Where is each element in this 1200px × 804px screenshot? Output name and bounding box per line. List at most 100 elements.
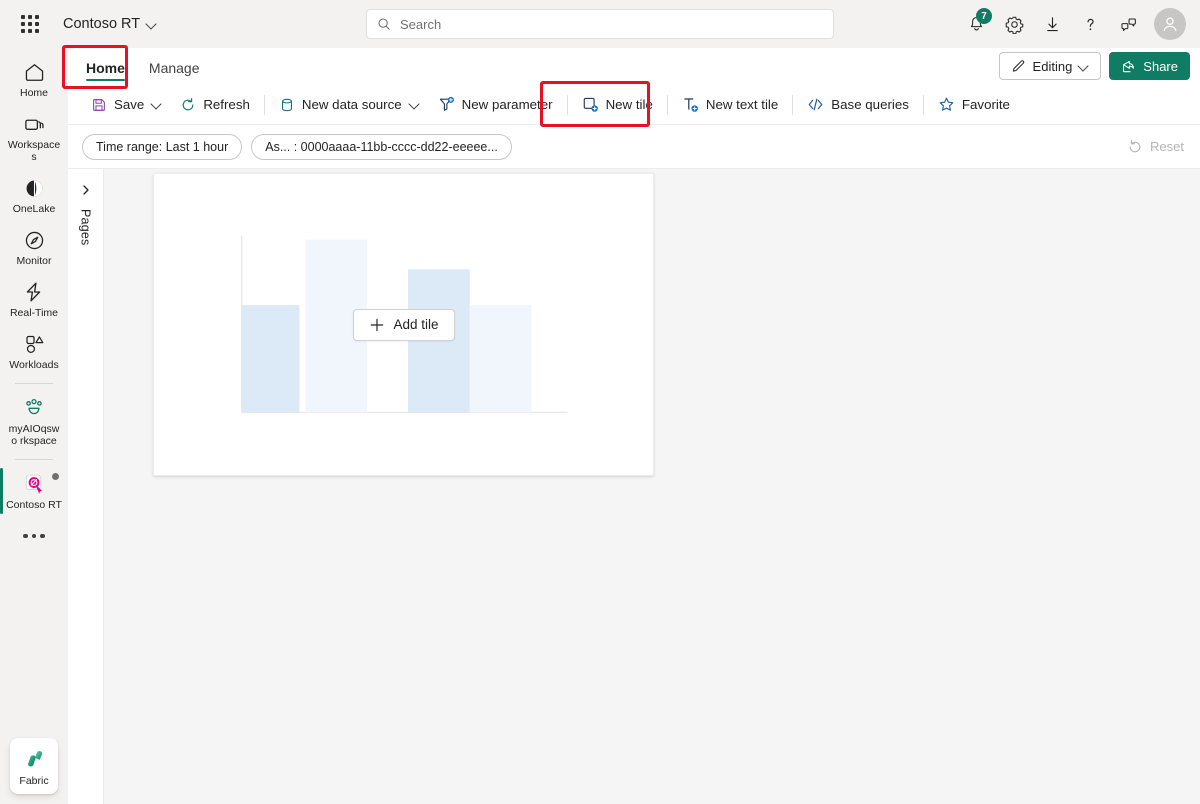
refresh-button[interactable]: Refresh	[171, 90, 259, 120]
sidebar-item-onelake[interactable]: OneLake	[4, 170, 64, 220]
chevron-down-icon	[147, 19, 157, 29]
help-icon[interactable]	[1072, 6, 1108, 42]
workspaces-icon	[23, 112, 46, 136]
fabric-logo-icon	[21, 746, 47, 772]
feedback-icon[interactable]	[1110, 6, 1146, 42]
app-launcher-icon[interactable]	[13, 7, 47, 41]
save-label: Save	[114, 97, 144, 112]
base-queries-button[interactable]: Base queries	[798, 90, 918, 120]
new-data-source-label: New data source	[302, 97, 402, 112]
new-text-tile-label: New text tile	[706, 97, 778, 112]
sidebar-item-label: Contoso RT	[6, 499, 62, 511]
new-tile-button[interactable]: New tile	[573, 90, 662, 120]
command-separator	[264, 95, 265, 115]
onelake-icon	[23, 176, 46, 200]
add-tile-label: Add tile	[393, 317, 438, 332]
brand-switcher[interactable]: Contoso RT	[63, 16, 157, 32]
save-icon	[91, 97, 107, 113]
time-range-label: Time range: Last 1 hour	[96, 140, 228, 154]
downloads-icon[interactable]	[1034, 6, 1070, 42]
tab-label: Home	[86, 60, 125, 76]
new-tile-icon	[582, 96, 599, 113]
refresh-label: Refresh	[203, 97, 250, 112]
sidebar-item-real-time[interactable]: Real-Time	[4, 274, 64, 324]
rail-divider-2	[15, 459, 53, 460]
sidebar-item-label: Workspaces	[6, 139, 62, 163]
reset-label: Reset	[1150, 139, 1184, 154]
base-queries-label: Base queries	[831, 97, 909, 112]
command-separator-5	[923, 95, 924, 115]
search-input[interactable]: Search	[366, 9, 834, 39]
new-tile-label: New tile	[606, 97, 653, 112]
editing-mode-button[interactable]: Editing	[999, 52, 1102, 80]
top-bar-actions: 7	[958, 0, 1192, 48]
star-icon	[938, 96, 955, 113]
workspace-people-icon	[22, 396, 46, 420]
tab-label: Manage	[149, 60, 200, 76]
parameter-pill[interactable]: As... : 0000aaaa-11bb-cccc-dd22-eeeee...	[251, 134, 512, 160]
favorite-button[interactable]: Favorite	[929, 90, 1019, 120]
real-time-icon	[22, 280, 46, 304]
command-separator-3	[667, 95, 668, 115]
notification-count-badge: 7	[976, 8, 992, 24]
command-separator-4	[792, 95, 793, 115]
tab-home[interactable]: Home	[74, 50, 137, 85]
chevron-right-icon[interactable]	[75, 179, 97, 201]
tab-manage[interactable]: Manage	[137, 50, 212, 85]
sidebar-item-monitor[interactable]: Monitor	[4, 222, 64, 272]
pages-panel: Pages	[68, 169, 104, 804]
sidebar-item-contoso-rt[interactable]: Contoso RT	[4, 466, 64, 516]
top-bar: Contoso RT Search 7	[0, 0, 1200, 48]
tab-bar: Home Manage Editing Share	[68, 48, 1200, 85]
command-separator-2	[567, 95, 568, 115]
sidebar-item-workspaces[interactable]: Workspaces	[4, 106, 64, 168]
avatar[interactable]	[1154, 8, 1186, 40]
notifications-icon[interactable]: 7	[958, 6, 994, 42]
database-icon	[279, 97, 295, 113]
favorite-label: Favorite	[962, 97, 1010, 112]
time-range-pill[interactable]: Time range: Last 1 hour	[82, 134, 242, 160]
plus-icon	[368, 317, 384, 333]
add-tile-button[interactable]: Add tile	[352, 309, 454, 341]
chevron-down-icon	[409, 99, 420, 110]
parameter-label: As... : 0000aaaa-11bb-cccc-dd22-eeeee...	[265, 140, 498, 154]
share-label: Share	[1143, 59, 1178, 74]
new-parameter-label: New parameter	[462, 97, 553, 112]
sidebar-item-workspace[interactable]: myAIOqswo rkspace	[4, 390, 64, 452]
left-nav-rail: Home Workspaces OneLake	[0, 48, 68, 804]
realtime-dashboard-icon	[21, 472, 48, 496]
sidebar-item-home[interactable]: Home	[4, 54, 64, 104]
brand-label: Contoso RT	[63, 16, 140, 32]
new-data-source-button[interactable]: New data source	[270, 90, 429, 120]
filter-bar: Time range: Last 1 hour As... : 0000aaaa…	[68, 125, 1200, 169]
sidebar-item-label: OneLake	[13, 203, 56, 215]
new-parameter-button[interactable]: New parameter	[429, 90, 562, 120]
filter-add-icon	[438, 96, 455, 113]
reset-button[interactable]: Reset	[1127, 139, 1184, 155]
share-icon	[1121, 59, 1136, 74]
share-button[interactable]: Share	[1109, 52, 1190, 80]
save-button[interactable]: Save	[82, 90, 171, 120]
new-text-tile-button[interactable]: New text tile	[673, 90, 787, 120]
pages-label: Pages	[79, 209, 93, 245]
sidebar-more-options[interactable]	[15, 522, 53, 550]
sidebar-item-label: Workloads	[9, 359, 58, 371]
new-text-tile-icon	[682, 96, 699, 113]
settings-icon[interactable]	[996, 6, 1032, 42]
home-icon	[23, 60, 46, 84]
search-icon	[377, 17, 391, 31]
sidebar-item-label: Real-Time	[10, 307, 58, 319]
sidebar-item-workloads[interactable]: Workloads	[4, 326, 64, 376]
empty-tile-placeholder[interactable]: Add tile	[153, 173, 654, 476]
reset-arrow-icon	[1127, 139, 1143, 155]
workloads-icon	[23, 332, 46, 356]
main-shell: Home Manage Editing Share	[68, 48, 1200, 804]
search-placeholder: Search	[400, 17, 441, 32]
dashboard-canvas: Pages Add tile	[68, 169, 1200, 804]
rail-divider	[15, 383, 53, 384]
sidebar-item-label: myAIOqswo rkspace	[6, 423, 62, 447]
fabric-product-button[interactable]: Fabric	[10, 738, 58, 794]
editing-label: Editing	[1033, 59, 1073, 74]
shell-actions: Editing Share	[999, 52, 1190, 80]
refresh-icon	[180, 97, 196, 113]
